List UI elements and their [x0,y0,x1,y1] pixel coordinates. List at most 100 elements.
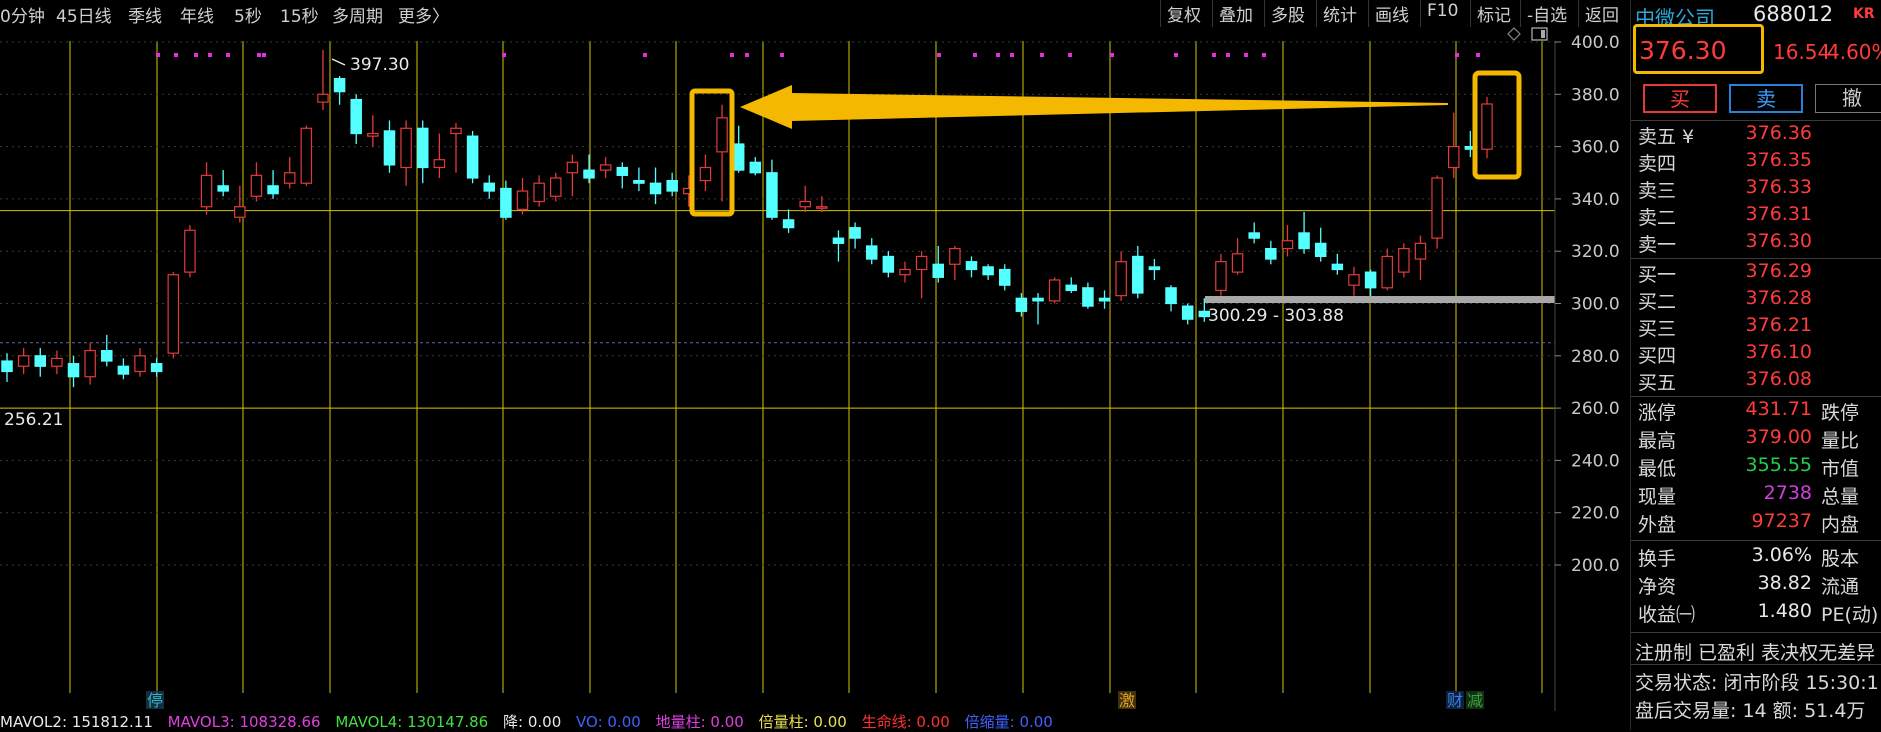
candle[interactable] [367,115,379,147]
candle[interactable] [1181,303,1194,325]
marker-suspend[interactable]: 停 [147,691,163,710]
candle[interactable] [1314,227,1327,262]
buy-button[interactable]: 买 [1643,84,1717,113]
candle[interactable] [865,238,878,265]
candle[interactable] [1331,253,1344,275]
back-button[interactable]: 返回 [1578,0,1625,27]
ask-row[interactable]: 卖一 376.30 [1635,230,1881,257]
candle[interactable] [516,177,529,215]
candle[interactable] [117,358,130,380]
period-15sec[interactable]: 15秒 [280,2,319,27]
candle[interactable] [1032,293,1044,325]
candle[interactable] [433,133,446,178]
period-year[interactable]: 年线 [180,2,214,27]
marker-reduce[interactable]: 减 [1467,691,1483,710]
candle[interactable] [250,162,263,202]
candle[interactable] [333,75,346,105]
candle[interactable] [150,358,163,377]
candle[interactable] [998,264,1011,291]
diamond-icon[interactable] [1507,27,1521,41]
candle[interactable] [17,347,30,375]
candle[interactable] [1381,248,1393,291]
f10-button[interactable]: F10 [1420,0,1464,27]
candle[interactable] [533,175,545,207]
candle[interactable] [932,245,944,283]
candle[interactable] [184,225,196,278]
candle[interactable] [732,125,745,173]
candle[interactable] [1015,293,1028,317]
candle[interactable] [350,94,362,144]
candle[interactable] [949,245,961,280]
candle[interactable] [217,170,229,197]
multi-period-button[interactable]: 多周期 [332,2,383,27]
candle[interactable] [267,170,279,199]
candle[interactable] [832,230,845,262]
overlay-button[interactable]: 叠加 [1212,0,1259,27]
candle[interactable] [483,175,496,199]
candle[interactable] [1348,266,1360,296]
candle[interactable] [101,334,113,367]
multi-stock-button[interactable]: 多股 [1264,0,1311,27]
period-5sec[interactable]: 5秒 [234,2,262,27]
candle[interactable] [283,157,296,189]
remove-watchlist-button[interactable]: -自选 [1520,0,1573,27]
candle[interactable] [317,49,329,110]
bid-row[interactable]: 买一 376.29 [1635,260,1881,287]
more-button[interactable]: 更多〉 [398,2,449,27]
candle[interactable] [1082,282,1094,309]
candle[interactable] [816,196,828,212]
bid-row[interactable]: 买四 376.10 [1635,341,1881,368]
candle[interactable] [1115,251,1127,301]
candle[interactable] [766,159,778,220]
candle[interactable] [1364,269,1377,299]
candle[interactable] [965,256,978,278]
candle[interactable] [583,154,595,184]
candle[interactable] [167,272,180,359]
kline-chart[interactable]: 397.30 256.21 300.29 - 303.88 400.0 380.0… [0,25,1629,711]
candle[interactable] [649,167,662,205]
bid-row[interactable]: 买五 376.08 [1635,368,1881,395]
sell-button[interactable]: 卖 [1729,84,1803,113]
window-toggle-icon[interactable] [1531,27,1548,41]
candle[interactable] [915,251,928,299]
candle[interactable] [1065,277,1078,294]
ask-row[interactable]: 卖三 376.33 [1635,176,1881,203]
candle[interactable] [1048,277,1061,304]
candle[interactable] [1231,238,1244,275]
candle[interactable] [1165,285,1177,312]
candle[interactable] [716,104,728,202]
ask-row[interactable]: 卖五 ¥ 376.36 [1635,122,1881,149]
candle[interactable] [616,162,629,189]
candle[interactable] [882,251,895,278]
candle[interactable] [51,350,63,375]
candle[interactable] [1298,211,1310,254]
candle[interactable] [1431,175,1443,249]
candle[interactable] [566,154,579,197]
marker-finance[interactable]: 财 [1447,691,1463,710]
ask-row[interactable]: 卖四 376.35 [1635,149,1881,176]
candle[interactable] [982,264,994,280]
candle[interactable] [34,347,47,377]
candle[interactable] [550,172,562,202]
candle[interactable] [200,162,213,215]
candle[interactable] [1148,259,1161,280]
candle[interactable] [1414,235,1427,280]
statistics-button[interactable]: 统计 [1316,0,1363,27]
candle[interactable] [1281,225,1294,257]
period-season[interactable]: 季线 [128,2,162,27]
candle[interactable] [1398,243,1410,278]
candle[interactable] [1265,240,1277,265]
candle[interactable] [1215,253,1227,296]
bid-row[interactable]: 买二 376.28 [1635,287,1881,314]
candle[interactable] [1481,96,1493,159]
candle[interactable] [899,261,911,283]
candle[interactable] [849,222,861,249]
candle[interactable] [782,209,795,233]
mark-button[interactable]: 标记 [1470,0,1517,27]
candle[interactable] [1132,245,1144,299]
candle[interactable] [799,185,811,212]
cancel-button[interactable]: 撤 [1815,84,1881,113]
draw-line-button[interactable]: 画线 [1368,0,1415,27]
marker-incentive[interactable]: 激 [1119,691,1135,710]
ask-row[interactable]: 卖二 376.31 [1635,203,1881,230]
